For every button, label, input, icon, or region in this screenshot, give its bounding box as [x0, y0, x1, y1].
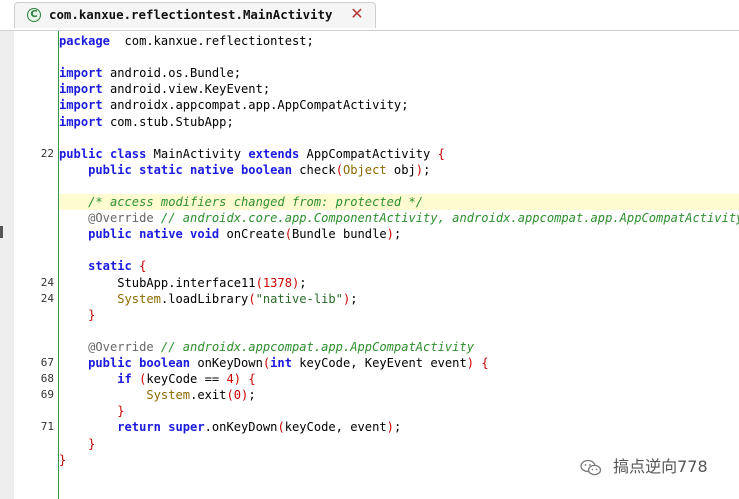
code-text: System.exit(0);	[146, 388, 256, 403]
code-line[interactable]: 22 public class MainActivity extends AppC…	[14, 146, 739, 162]
code-line[interactable]: 24 StubApp.interface11(1378);	[14, 275, 739, 291]
code-line[interactable]: 68 if (keyCode == 4) {	[14, 371, 739, 387]
code-text: }	[88, 436, 96, 451]
code-line[interactable]: import android.view.KeyEvent;	[14, 81, 739, 97]
code-text: import android.os.Bundle;	[59, 66, 242, 81]
code-line[interactable]	[14, 178, 739, 194]
code-editor[interactable]: package com.kanxue.reflectiontest; import…	[14, 31, 739, 499]
code-text: return super.onKeyDown(keyCode, event);	[117, 420, 402, 435]
code-line[interactable]	[14, 49, 739, 65]
close-icon[interactable]: ✕	[348, 5, 366, 23]
code-text: public class MainActivity extends AppCom…	[59, 146, 445, 161]
code-line[interactable]	[14, 242, 739, 258]
code-line[interactable]: import android.os.Bundle;	[14, 65, 739, 81]
code-line[interactable]: package com.kanxue.reflectiontest;	[14, 33, 739, 49]
code-text: static {	[88, 259, 147, 274]
watermark: 搞点逆向778	[580, 454, 708, 480]
code-text: public static native boolean check(Objec…	[88, 162, 431, 177]
code-line[interactable]: public static native boolean check(Objec…	[14, 162, 739, 178]
code-text: @Override // androidx.appcompat.app.AppC…	[88, 339, 475, 354]
code-line[interactable]: 71 return super.onKeyDown(keyCode, event…	[14, 419, 739, 435]
code-text: System.loadLibrary("native-lib");	[117, 291, 358, 306]
line-number: 67	[40, 356, 54, 369]
code-line[interactable]: import androidx.appcompat.app.AppCompatA…	[14, 97, 739, 113]
code-line[interactable]	[14, 130, 739, 146]
code-line[interactable]: }	[14, 403, 739, 419]
code-text: import com.stub.StubApp;	[59, 114, 234, 129]
code-line[interactable]: 67 public boolean onKeyDown(int keyCode,…	[14, 355, 739, 371]
code-text: StubApp.interface11(1378);	[59, 275, 307, 290]
tab-main-activity[interactable]: C com.kanxue.reflectiontest.MainActivity…	[14, 2, 376, 28]
code-line[interactable]: }	[14, 436, 739, 452]
code-text: }	[59, 452, 67, 467]
code-text: /* access modifiers changed from: protec…	[59, 194, 739, 210]
line-number: 71	[40, 420, 54, 434]
line-number: 24	[40, 275, 54, 289]
line-number: 22	[40, 146, 54, 160]
resize-grip[interactable]	[0, 226, 3, 238]
editor-tab-bar: C com.kanxue.reflectiontest.MainActivity…	[0, 0, 739, 31]
code-line[interactable]: 24 System.loadLibrary("native-lib");	[14, 291, 739, 307]
code-text: if (keyCode == 4) {	[117, 372, 256, 387]
tab-title: com.kanxue.reflectiontest.MainActivity	[49, 7, 333, 22]
code-line[interactable]: public native void onCreate(Bundle bundl…	[14, 226, 739, 242]
code-text: }	[117, 404, 125, 419]
line-number: 68	[40, 372, 54, 386]
code-text: import androidx.appcompat.app.AppCompatA…	[59, 98, 409, 113]
code-text: package com.kanxue.reflectiontest;	[59, 34, 314, 48]
code-line[interactable]: static {	[14, 258, 739, 274]
code-line[interactable]: @Override // androidx.appcompat.app.AppC…	[14, 339, 739, 355]
code-line[interactable]: @Override // androidx.core.app.Component…	[14, 210, 739, 226]
code-text: @Override // androidx.core.app.Component…	[88, 211, 739, 226]
code-line[interactable]: /* access modifiers changed from: protec…	[14, 194, 739, 210]
code-line[interactable]: import com.stub.StubApp;	[14, 114, 739, 130]
code-text: import android.view.KeyEvent;	[59, 82, 271, 97]
code-text: public native void onCreate(Bundle bundl…	[88, 227, 402, 242]
line-number: 24	[40, 291, 54, 305]
watermark-text: 搞点逆向778	[613, 457, 708, 476]
code-line[interactable]: 69 System.exit(0);	[14, 387, 739, 403]
code-line[interactable]	[14, 323, 739, 339]
left-panel-edge	[0, 0, 14, 499]
line-number: 69	[40, 388, 54, 402]
code-text: }	[88, 307, 96, 322]
class-icon: C	[27, 8, 41, 22]
code-line[interactable]: }	[14, 307, 739, 323]
wechat-icon	[580, 459, 602, 475]
code-text: public boolean onKeyDown(int keyCode, Ke…	[88, 356, 489, 370]
